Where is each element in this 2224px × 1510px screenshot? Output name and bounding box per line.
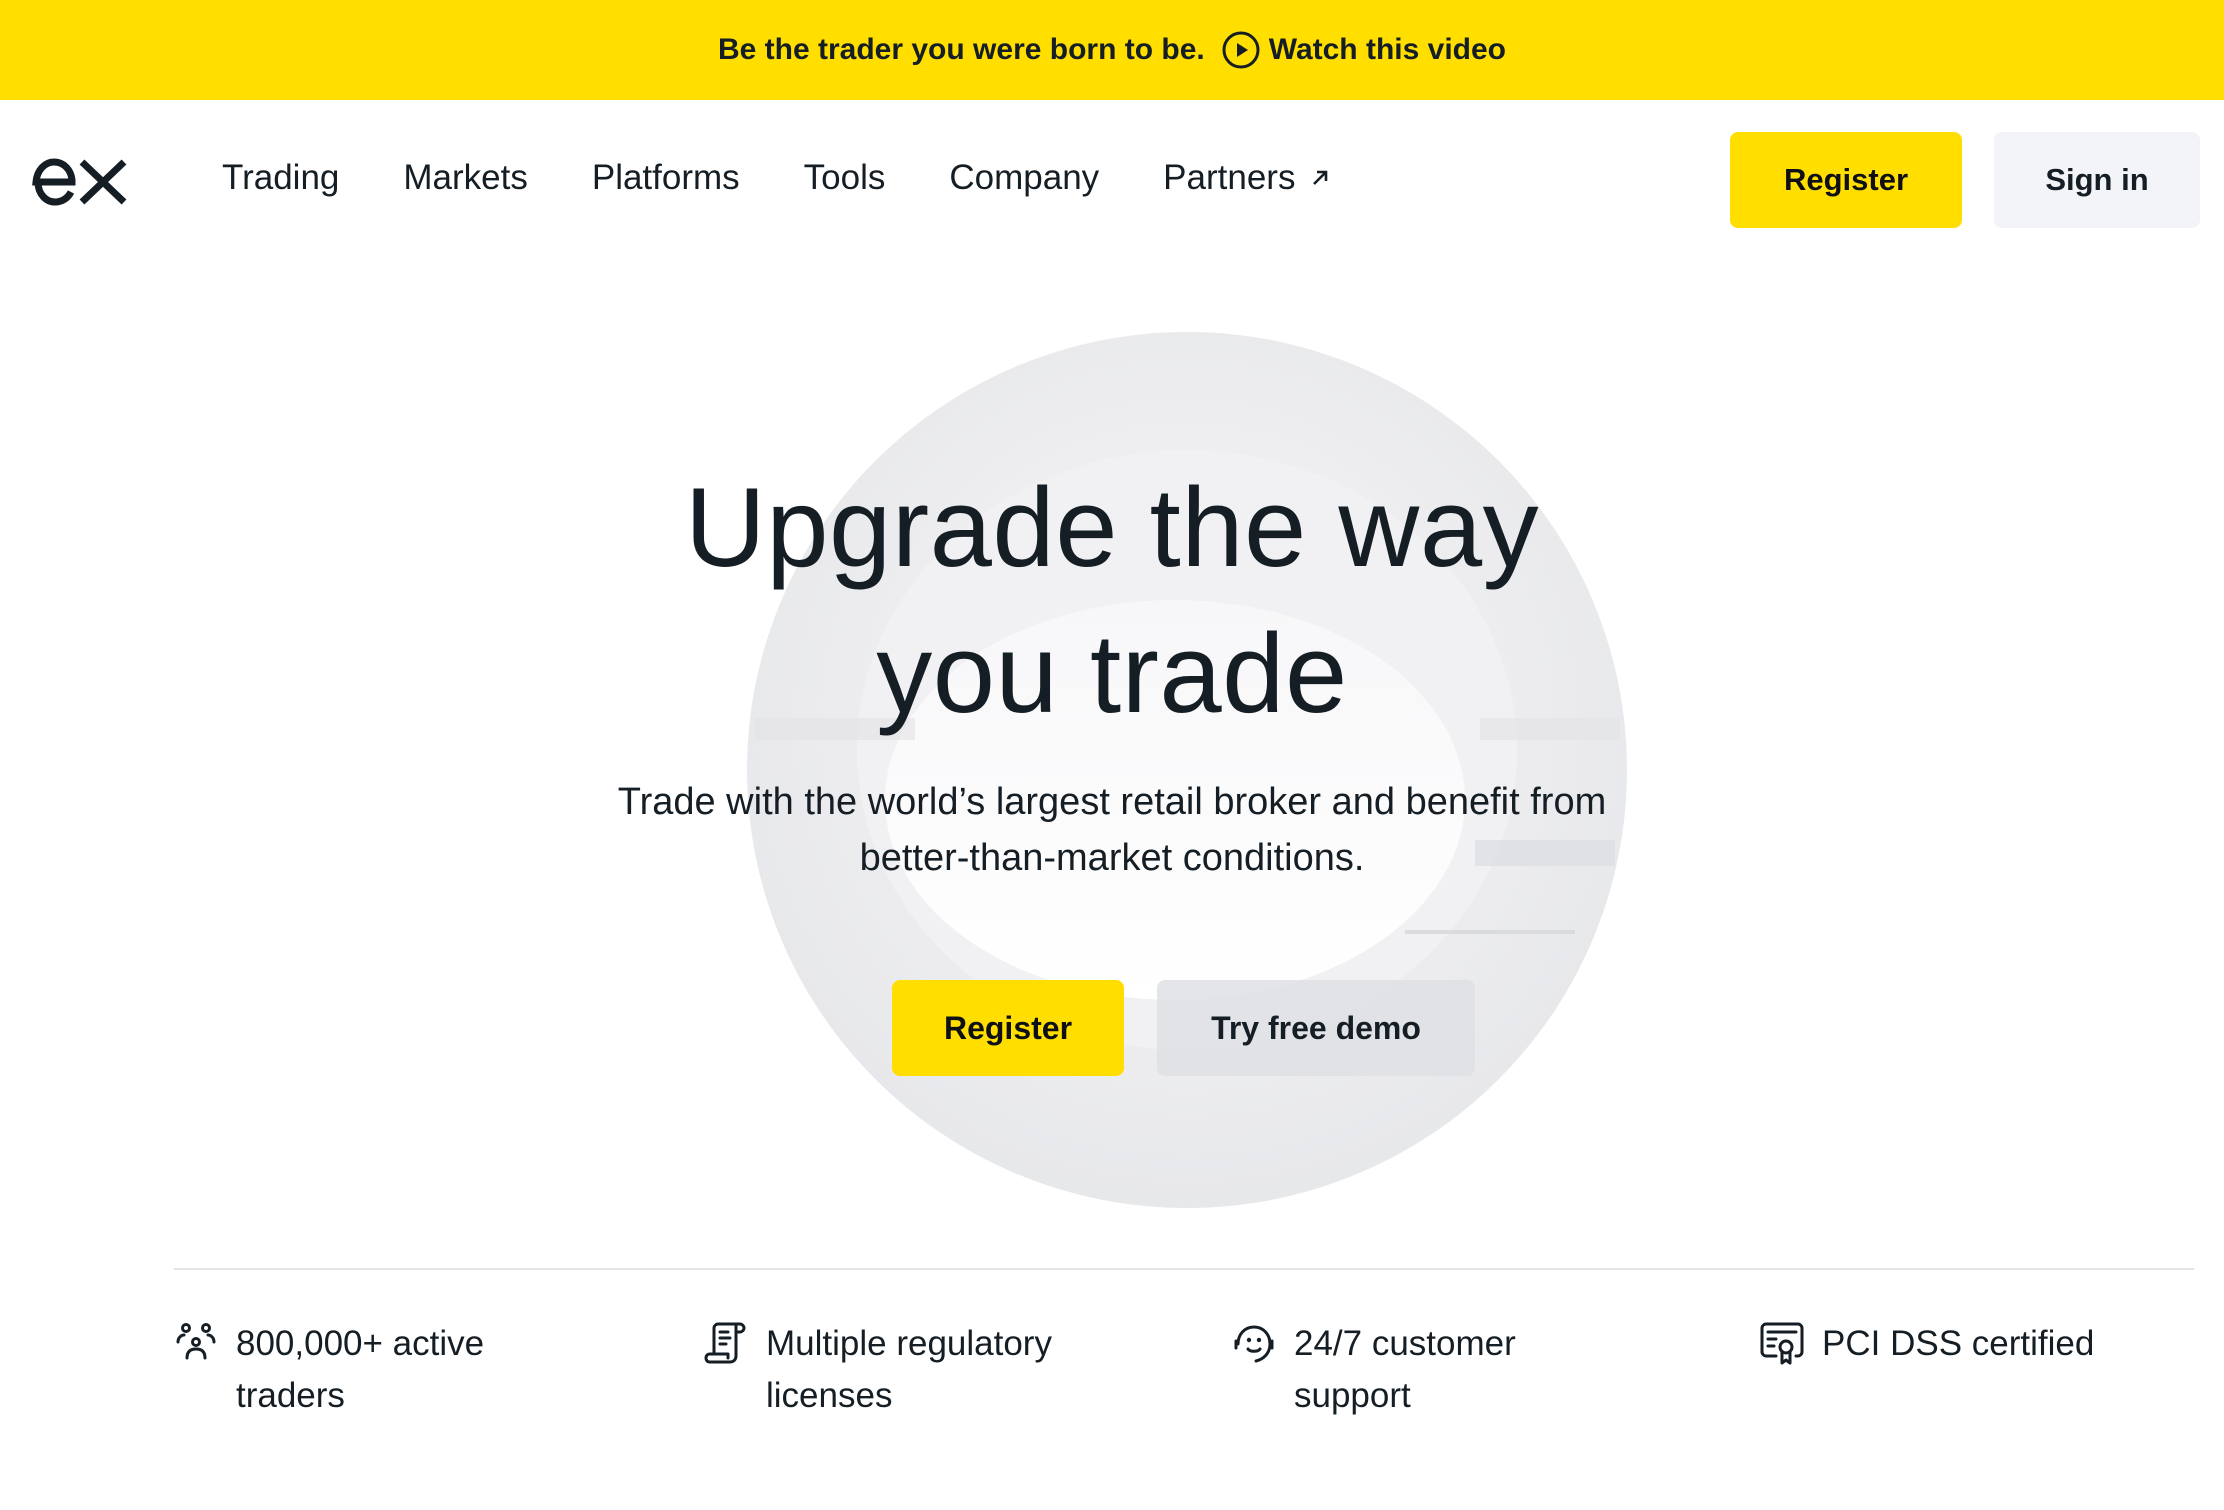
nav-company-label: Company [949, 158, 1100, 197]
site-header: Trading Markets Platforms Tools Company … [0, 100, 2224, 262]
nav-partners[interactable]: Partners [1163, 158, 1331, 198]
feature-active-traders: 800,000+ active traders [174, 1318, 574, 1422]
feature-regulatory-licenses-line2: licenses [766, 1376, 893, 1415]
nav-trading[interactable]: Trading [222, 158, 339, 198]
main-nav: Trading Markets Platforms Tools Company … [222, 158, 1395, 198]
exness-logo[interactable] [28, 152, 128, 208]
users-icon [176, 1323, 216, 1360]
hero-subtitle-line2: better-than-market conditions. [859, 837, 1365, 879]
play-circle-icon [1222, 31, 1260, 69]
nav-trading-label: Trading [222, 158, 340, 197]
feature-regulatory-licenses-line1: Multiple regulatory [766, 1324, 1052, 1363]
external-arrow-icon [1313, 170, 1328, 185]
hero-title-line2: you trade [876, 611, 1348, 736]
nav-markets-label: Markets [403, 158, 528, 197]
feature-pci-dss-line1: PCI DSS certified [1822, 1324, 2095, 1363]
hero-title: Upgrade the way you trade [0, 455, 2224, 747]
nav-markets[interactable]: Markets [403, 158, 527, 198]
nav-platforms-label: Platforms [591, 158, 740, 197]
nav-partners-label: Partners [1163, 158, 1296, 197]
license-scroll-icon [704, 1322, 746, 1364]
hero-register-button[interactable]: Register [892, 980, 1124, 1076]
watch-video-link[interactable]: Watch this video [1221, 30, 1506, 70]
feature-customer-support-line1: 24/7 customer [1294, 1324, 1516, 1363]
feature-customer-support-line2: support [1294, 1376, 1411, 1415]
feature-regulatory-licenses: Multiple regulatory licenses [704, 1318, 1124, 1422]
promo-text: Be the trader you were born to be. [717, 33, 1205, 66]
features-row: 800,000+ active traders Multiple regulat… [174, 1318, 2204, 1438]
feature-active-traders-line1: 800,000+ active [236, 1324, 485, 1363]
nav-platforms[interactable]: Platforms [592, 158, 740, 198]
promo-banner: Be the trader you were born to be. Watch… [0, 0, 2224, 100]
hero-subtitle: Trade with the world’s largest retail br… [0, 774, 2224, 886]
feature-active-traders-line2: traders [236, 1376, 345, 1415]
hero-title-line1: Upgrade the way [684, 465, 1540, 590]
nav-company[interactable]: Company [949, 158, 1099, 198]
nav-tools-label: Tools [803, 158, 886, 197]
certificate-icon [1760, 1322, 1804, 1365]
try-demo-button[interactable]: Try free demo [1157, 980, 1475, 1076]
hero-subtitle-line1: Trade with the world’s largest retail br… [617, 781, 1607, 823]
watch-video-label: Watch this video [1268, 33, 1506, 66]
section-divider [174, 1268, 2194, 1270]
feature-pci-dss: PCI DSS certified [1760, 1318, 2200, 1370]
nav-tools[interactable]: Tools [804, 158, 886, 198]
sign-in-button[interactable]: Sign in [1994, 132, 2200, 228]
feature-customer-support: 24/7 customer support [1232, 1318, 1632, 1422]
header-register-button[interactable]: Register [1730, 132, 1962, 228]
support-headset-icon [1234, 1325, 1274, 1363]
